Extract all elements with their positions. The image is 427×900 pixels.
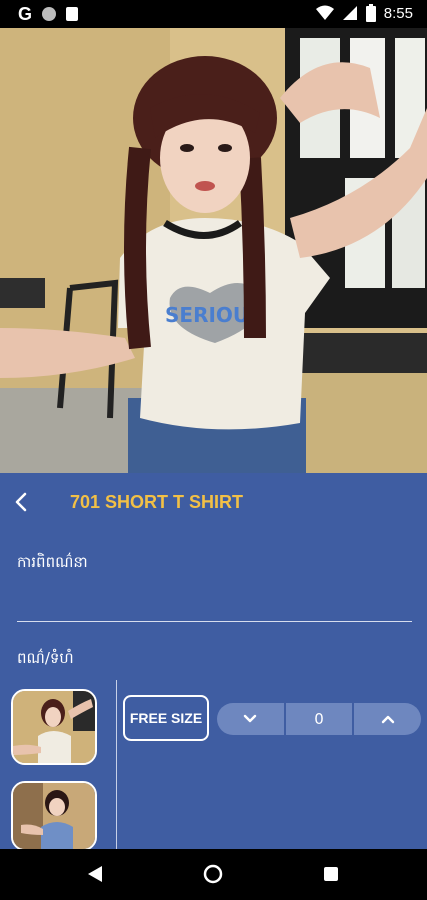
product-title: 701 SHORT T SHIRT xyxy=(70,492,244,512)
product-photo: SERIOUS xyxy=(0,28,427,473)
color-thumbnail-2[interactable] xyxy=(11,781,97,851)
sd-card-icon xyxy=(66,7,79,21)
increase-button[interactable] xyxy=(354,703,421,735)
wifi-icon xyxy=(315,5,334,20)
quantity-value: 0 xyxy=(283,703,355,735)
nav-home-icon[interactable] xyxy=(203,864,223,884)
notification-dot-icon xyxy=(42,7,57,21)
system-nav-bar xyxy=(0,849,427,900)
quantity-stepper[interactable]: 0 xyxy=(217,703,421,735)
chevron-up-icon xyxy=(381,715,394,724)
decrease-button[interactable] xyxy=(217,703,284,735)
google-icon: G xyxy=(18,4,33,24)
size-option-button[interactable]: FREE SIZE xyxy=(123,695,209,741)
nav-back-icon[interactable] xyxy=(88,866,102,882)
status-bar: G 8:55 xyxy=(0,0,427,28)
chevron-down-icon xyxy=(244,714,257,723)
product-options-panel: 701 SHORT T SHIRT ការពិពណ៌នា ពណ៌/ទំហំ FR… xyxy=(0,473,427,851)
battery-icon xyxy=(365,4,376,22)
color-thumbnail-1[interactable] xyxy=(11,689,97,765)
divider xyxy=(17,621,412,622)
back-arrow-icon[interactable] xyxy=(12,490,32,514)
nav-recents-icon[interactable] xyxy=(324,867,338,881)
vertical-divider xyxy=(116,680,117,849)
signal-icon xyxy=(342,6,357,20)
clock: 8:55 xyxy=(383,4,413,22)
color-size-label: ពណ៌/ទំហំ xyxy=(17,649,74,667)
description-label: ការពិពណ៌នា xyxy=(17,553,88,571)
